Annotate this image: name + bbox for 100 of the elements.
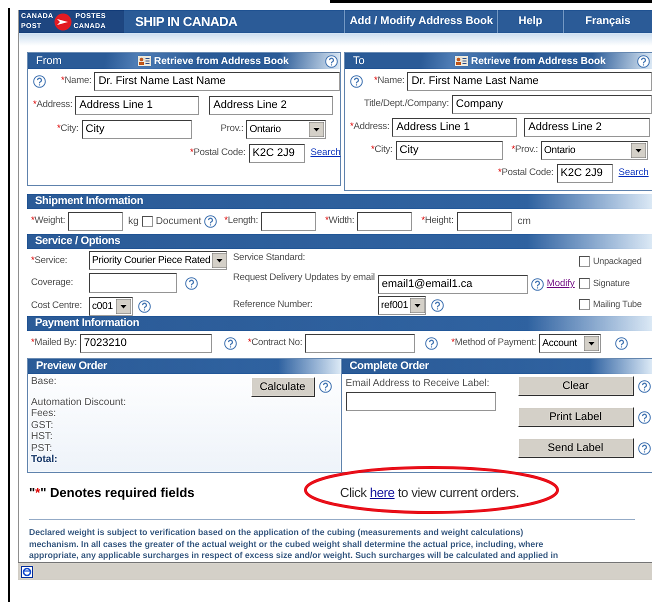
- input-field[interactable]: [68, 212, 124, 231]
- field-label: *Address:: [33, 98, 72, 112]
- dropdown[interactable]: Ontario: [540, 141, 648, 160]
- summary-label: HST:: [31, 431, 54, 442]
- help-icon[interactable]: [33, 75, 46, 88]
- section-title: Payment Information: [34, 316, 140, 332]
- globe-page-icon: [21, 566, 33, 578]
- input-field[interactable]: K2C 2J9: [248, 144, 304, 163]
- section-title: Shipment Information: [34, 194, 144, 210]
- input-field[interactable]: 7023210: [80, 334, 212, 353]
- field-label: Title/Dept./Company:: [364, 97, 449, 112]
- calculate-button[interactable]: Calculate: [250, 377, 314, 397]
- field-label: Email Address to Receive Label:: [346, 377, 490, 391]
- checkbox[interactable]: [579, 256, 590, 268]
- help-icon[interactable]: [185, 276, 198, 290]
- address-card-icon: [455, 56, 468, 66]
- input-field[interactable]: [357, 212, 412, 231]
- field-label: *Mailed By:: [31, 336, 77, 350]
- field-label: Cost Centre:: [31, 299, 83, 314]
- field-label: *Name:: [61, 74, 92, 88]
- input-field[interactable]: Address Line 1: [392, 118, 518, 137]
- field-label: *Address:: [350, 120, 390, 134]
- input-field[interactable]: K2C 2J9: [556, 164, 612, 183]
- input-field[interactable]: Company: [452, 95, 652, 114]
- input-field[interactable]: [89, 273, 177, 294]
- input-field[interactable]: Address Line 2: [524, 118, 650, 137]
- field-label: *City:: [57, 122, 79, 136]
- field-label: *Method of Payment:: [451, 336, 536, 350]
- checkbox[interactable]: [579, 278, 590, 289]
- field-label: Request Delivery Updates by email: [233, 271, 375, 285]
- link[interactable]: Search: [618, 166, 649, 181]
- required-note: "*" Denotes required fields: [29, 484, 196, 502]
- panel-title: From: [35, 54, 63, 69]
- link[interactable]: Search: [310, 146, 341, 161]
- input-field[interactable]: email1@email1.ca: [378, 275, 528, 294]
- input-field[interactable]: Address Line 1: [75, 96, 200, 115]
- checkbox-label: Mailing Tube: [593, 298, 642, 311]
- app-title: SHIP IN CANADA: [134, 12, 238, 31]
- dropdown[interactable]: Ontario: [246, 120, 326, 139]
- field-label: Coverage:: [31, 276, 74, 290]
- dropdown-arrow-icon: [584, 336, 600, 351]
- field-label: *City:: [371, 143, 393, 158]
- dropdown-arrow-icon: [410, 298, 426, 312]
- checkbox[interactable]: [142, 216, 153, 227]
- input-field[interactable]: [346, 392, 496, 411]
- field-label: *Postal Code:: [190, 146, 246, 160]
- address-book-button[interactable]: Retrieve from Address Book: [138, 54, 289, 68]
- action-button[interactable]: Print Label: [518, 407, 634, 427]
- field-label: *Service:: [31, 254, 68, 268]
- unit-label: cm: [518, 215, 531, 229]
- section-title: Preview Order: [35, 359, 108, 374]
- section-title: Service / Options: [34, 234, 120, 250]
- action-button[interactable]: Send Label: [518, 438, 634, 458]
- checkbox-label: Document: [156, 215, 202, 229]
- dropdown-arrow-icon: [630, 143, 646, 158]
- help-icon[interactable]: [325, 54, 338, 68]
- help-icon[interactable]: [350, 75, 363, 88]
- field-label: *Width:: [325, 214, 354, 228]
- dropdown[interactable]: Priority Courier Piece Rated: [89, 251, 227, 270]
- address-book-button[interactable]: Retrieve from Address Book: [455, 54, 606, 68]
- disclaimer-text: Declared weight is subject to verification based on the application of the cubing (measurements and weight calculations) mechanism. In all cases the greater of the actual weight or the cubed weight shall determine the actual price, including, where appropriate, any applicable surcharges in respect of excess size and/or weight. Such surcharges will be calculated and applied in: [29, 527, 560, 562]
- help-icon[interactable]: [318, 380, 332, 393]
- input-field[interactable]: [261, 212, 316, 231]
- summary-label: Fees:: [31, 408, 58, 420]
- help-icon[interactable]: [530, 278, 544, 291]
- dropdown[interactable]: c001: [89, 296, 133, 316]
- orders-note: Click here to view current orders.: [340, 484, 519, 502]
- link[interactable]: here: [370, 485, 395, 500]
- summary-label: PST:: [31, 442, 54, 454]
- address-card-icon: [138, 56, 151, 66]
- help-icon[interactable]: [431, 298, 444, 312]
- help-icon[interactable]: [638, 442, 650, 454]
- action-button[interactable]: Clear: [518, 376, 634, 396]
- help-icon[interactable]: [138, 300, 151, 313]
- input-field[interactable]: [456, 212, 512, 231]
- help-icon[interactable]: [204, 215, 218, 228]
- dropdown[interactable]: Account: [539, 334, 602, 353]
- input-field[interactable]: Dr. First Name Last Name: [94, 72, 340, 91]
- input-field[interactable]: [305, 334, 416, 353]
- input-field[interactable]: Address Line 2: [209, 96, 334, 115]
- input-field[interactable]: City: [396, 141, 503, 160]
- dropdown-arrow-icon: [212, 253, 228, 268]
- input-field[interactable]: Dr. First Name Last Name: [407, 72, 652, 91]
- unit-label: kg: [128, 215, 139, 229]
- dropdown[interactable]: ref001: [378, 296, 426, 314]
- dropdown-arrow-icon: [116, 298, 131, 314]
- help-icon[interactable]: [224, 337, 237, 350]
- help-icon[interactable]: [638, 410, 650, 424]
- field-label: Prov.:: [220, 122, 244, 136]
- logo-emblem-icon: [54, 12, 72, 30]
- summary-label: Automation Discount:: [31, 396, 128, 408]
- help-icon[interactable]: [638, 380, 650, 392]
- link[interactable]: Modify: [546, 277, 575, 292]
- help-icon[interactable]: [637, 54, 650, 68]
- field-label: *Height:: [421, 214, 454, 228]
- field-label: *Postal Code:: [498, 166, 554, 180]
- checkbox[interactable]: [579, 299, 590, 310]
- help-icon[interactable]: [425, 337, 438, 350]
- input-field[interactable]: City: [82, 120, 192, 139]
- help-icon[interactable]: [615, 337, 628, 350]
